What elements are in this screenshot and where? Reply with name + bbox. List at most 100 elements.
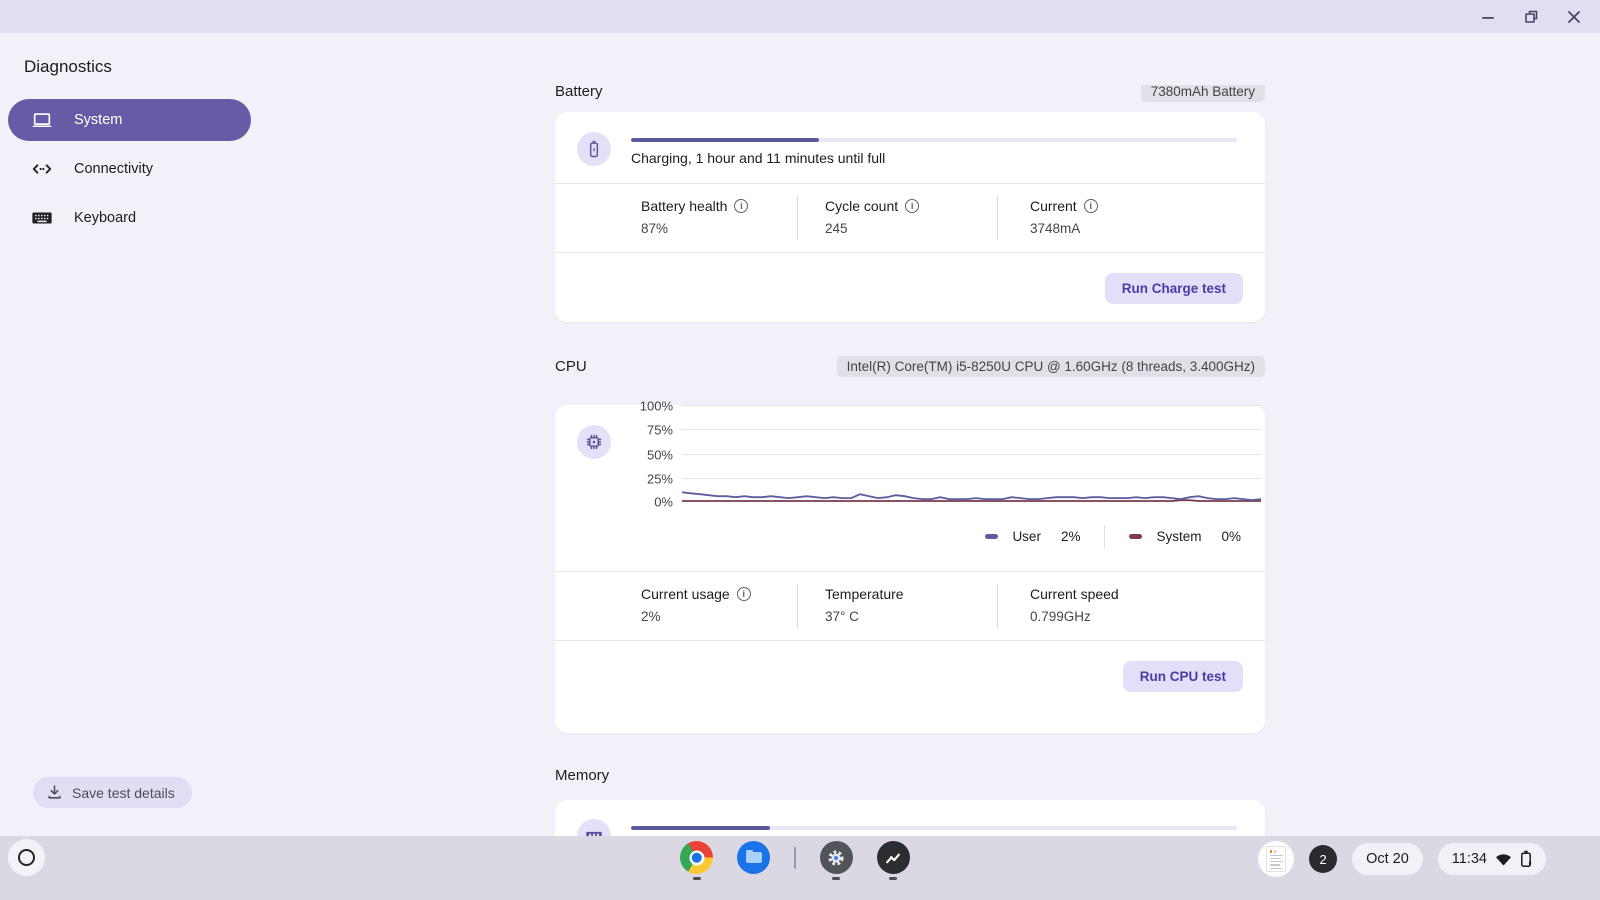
divider: [797, 196, 798, 240]
close-icon[interactable]: [1566, 9, 1582, 25]
current-speed-stat: Current speed 0.799GHz: [1002, 586, 1265, 640]
info-icon[interactable]: i: [734, 199, 749, 213]
cpu-chip-icon: [577, 425, 611, 459]
cycle-count-stat: Cycle count i 245: [797, 198, 1002, 252]
y-tick: 50%: [646, 447, 673, 462]
legend-label: User: [1012, 529, 1041, 544]
time-label: 11:34: [1451, 851, 1487, 867]
sidebar-item-connectivity[interactable]: Connectivity: [8, 148, 251, 190]
system-legend-swatch: [1129, 534, 1143, 539]
cpu-stats-row: Current usage i 2% Temperature 37° C Curr…: [555, 572, 1265, 640]
diagnostics-icon: [876, 841, 910, 874]
cpu-chart-lines: [682, 405, 1261, 502]
status-tray: 2 Oct 20 11:34: [1258, 841, 1546, 877]
stat-value: 3748mA: [1030, 221, 1081, 236]
memory-section-header: Memory: [555, 765, 1265, 785]
stat-label: Cycle count: [825, 198, 899, 214]
running-indicator: [889, 877, 897, 880]
cpu-heading: CPU: [555, 357, 587, 375]
current-stat: Current i 3748mA: [1002, 198, 1265, 252]
memory-progress-fill: [631, 826, 771, 830]
divider: [797, 584, 798, 628]
stat-value: 2%: [641, 609, 661, 624]
battery-heading: Battery: [555, 85, 603, 100]
current-usage-stat: Current usage i 2%: [555, 586, 797, 640]
info-icon[interactable]: i: [905, 199, 920, 213]
y-tick: 0%: [654, 494, 673, 509]
info-icon[interactable]: i: [736, 587, 751, 601]
minimize-icon[interactable]: [1480, 9, 1496, 25]
y-tick: 100%: [639, 398, 673, 413]
legend-value: 0%: [1221, 529, 1241, 544]
stat-value: 87%: [641, 221, 669, 236]
shelf-item-settings[interactable]: [819, 841, 853, 880]
battery-icon: [577, 132, 611, 166]
sidebar-nav: System Connectivity Keyboard: [8, 99, 251, 246]
battery-charge-status: Charging, 1 hour and 11 minutes until fu…: [631, 150, 886, 166]
chromeos-screen: Diagnostics System Connectivity Keyboard…: [0, 0, 1600, 900]
restore-icon[interactable]: [1523, 9, 1539, 25]
battery-charge-row: Charging, 1 hour and 11 minutes until fu…: [555, 112, 1265, 183]
memory-heading: Memory: [555, 766, 610, 784]
page-title: Diagnostics: [24, 57, 112, 76]
cpu-usage-chart: 100% 75% 50% 25% 0%: [640, 398, 1261, 509]
sidebar-item-label: Keyboard: [74, 210, 137, 226]
battery-badge: 7380mAh Battery: [1140, 85, 1265, 102]
holding-space-thumbnail[interactable]: [1258, 841, 1295, 877]
stat-label: Current: [1030, 198, 1077, 214]
stat-label: Current usage: [641, 586, 730, 602]
main-content[interactable]: Battery 7380mAh Battery Charging, 1 hour…: [555, 85, 1269, 836]
stat-label: Temperature: [825, 586, 904, 602]
legend-label: System: [1156, 529, 1202, 544]
cpu-badge: Intel(R) Core(TM) i5-8250U CPU @ 1.60GHz…: [836, 355, 1265, 377]
notification-counter[interactable]: 2: [1309, 845, 1338, 873]
shelf-apps: [680, 841, 910, 880]
sidebar-item-label: System: [74, 112, 123, 128]
sidebar-item-keyboard[interactable]: Keyboard: [8, 197, 251, 239]
divider: [997, 196, 998, 240]
battery-stats-row: Battery health i 87% Cycle count i 245 Cur…: [555, 184, 1265, 252]
status-pill[interactable]: 11:34: [1437, 843, 1546, 875]
y-tick: 75%: [646, 422, 673, 437]
cpu-chart-legend: User 2% System 0%: [555, 524, 1265, 549]
shelf-item-files[interactable]: [737, 841, 770, 880]
battery-section-header: Battery 7380mAh Battery: [555, 85, 1265, 102]
user-legend-swatch: [985, 534, 999, 539]
shelf: 2 Oct 20 11:34: [0, 836, 1600, 900]
divider: [997, 584, 998, 628]
stat-label: Battery health: [641, 198, 728, 214]
y-tick: 25%: [646, 471, 673, 486]
save-test-details-button[interactable]: Save test details: [33, 777, 192, 808]
memory-status-row: 6.17 GB of 8.00 GB available: [555, 800, 1265, 836]
stat-value: 37° C: [825, 609, 859, 624]
settings-icon: [819, 841, 853, 874]
running-indicator: [832, 877, 840, 880]
stat-value: 245: [825, 221, 848, 236]
cpu-card: 100% 75% 50% 25% 0% User 2% System 0% Cu…: [555, 398, 1265, 733]
stat-value: 0.799GHz: [1030, 609, 1091, 624]
keyboard-icon: [30, 207, 54, 229]
download-icon: [46, 784, 63, 801]
shelf-item-diagnostics[interactable]: [876, 841, 910, 880]
info-icon[interactable]: i: [1083, 199, 1098, 213]
shelf-item-chrome[interactable]: [680, 841, 713, 880]
run-charge-test-button[interactable]: Run Charge test: [1104, 272, 1243, 304]
launcher-icon: [18, 849, 35, 866]
window-titlebar: [0, 0, 1600, 33]
run-cpu-test-button[interactable]: Run CPU test: [1122, 660, 1243, 692]
sidebar-item-system[interactable]: System: [8, 99, 251, 141]
wifi-icon: [1495, 852, 1512, 867]
window-controls: [1480, 0, 1582, 33]
battery-progress-fill: [631, 138, 819, 142]
memory-card: 6.17 GB of 8.00 GB available: [555, 800, 1265, 836]
legend-value: 2%: [1060, 529, 1081, 544]
battery-charging-icon: [1520, 850, 1532, 868]
divider: [794, 847, 796, 869]
stat-label: Current speed: [1030, 586, 1119, 602]
date-pill[interactable]: Oct 20: [1352, 843, 1423, 875]
date-label: Oct 20: [1366, 851, 1409, 867]
sidebar-item-label: Connectivity: [74, 161, 153, 177]
battery-health-stat: Battery health i 87%: [555, 198, 797, 252]
cpu-section-header: CPU Intel(R) Core(TM) i5-8250U CPU @ 1.6…: [555, 355, 1265, 377]
launcher-button[interactable]: [8, 839, 45, 876]
